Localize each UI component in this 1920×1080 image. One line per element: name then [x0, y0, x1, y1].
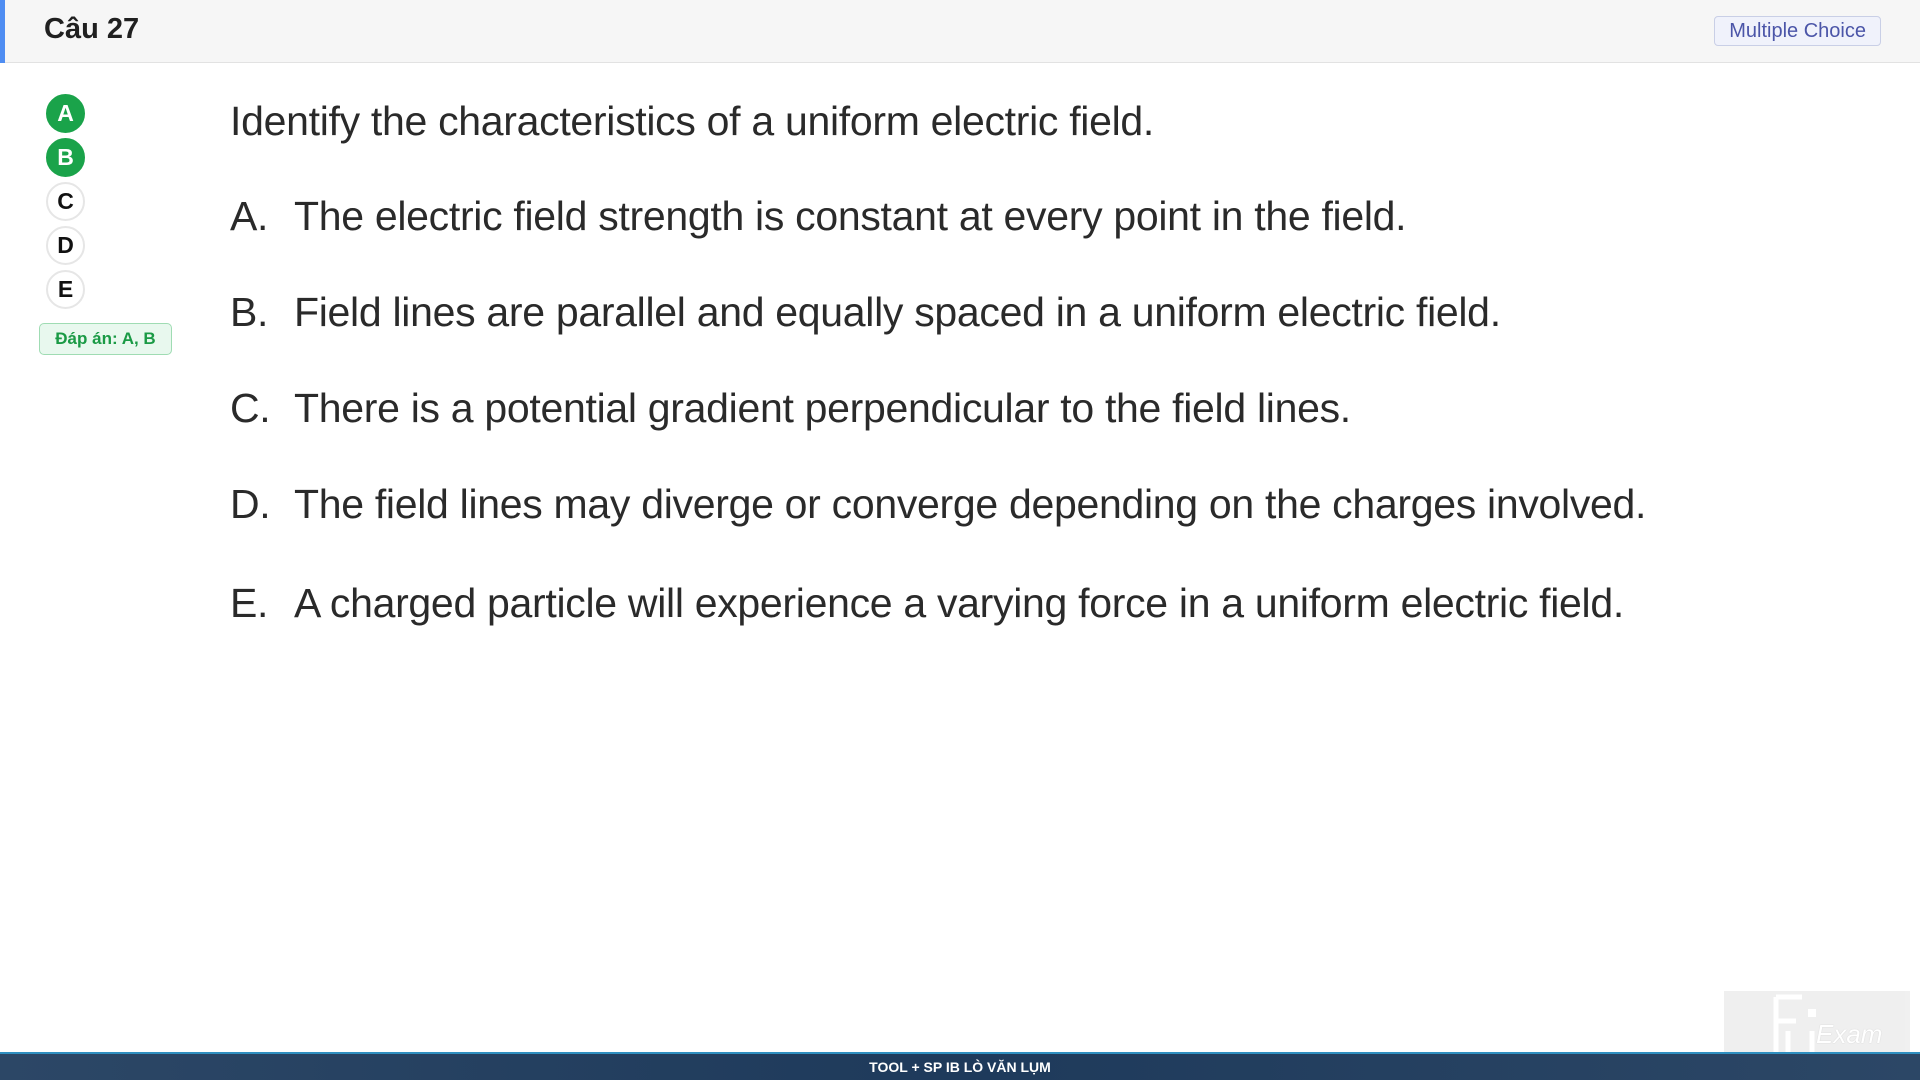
option-c-button[interactable]: C [46, 182, 85, 221]
choice-c: C. There is a potential gradient perpendi… [230, 385, 1351, 432]
header-accent-bar [0, 0, 5, 63]
question-header: Câu 27 Multiple Choice [0, 0, 1920, 63]
footer-bar: TOOL + SP IB LÒ VĂN LỤM [0, 1052, 1920, 1080]
choice-a-text: The electric field strength is constant … [294, 193, 1407, 239]
choice-e-text: A charged particle will experience a var… [294, 580, 1624, 626]
option-a-button[interactable]: A [46, 94, 85, 133]
choice-c-letter: C. [230, 385, 271, 431]
choice-d: D. The field lines may diverge or converg… [230, 481, 1646, 528]
choice-b-text: Field lines are parallel and equally spa… [294, 289, 1501, 335]
choice-a: A. The electric field strength is constan… [230, 193, 1407, 240]
choice-d-letter: D. [230, 481, 271, 527]
choice-e: E. A charged particle will experience a v… [230, 580, 1624, 627]
footer-text: TOOL + SP IB LÒ VĂN LỤM [869, 1059, 1051, 1075]
logo-text: Exam [1816, 1019, 1883, 1049]
choice-b-letter: B. [230, 289, 269, 335]
option-e-button[interactable]: E [46, 270, 85, 309]
question-type-badge: Multiple Choice [1714, 16, 1881, 46]
choice-b: B. Field lines are parallel and equally s… [230, 289, 1501, 336]
option-b-button[interactable]: B [46, 138, 85, 177]
option-d-button[interactable]: D [46, 226, 85, 265]
question-prompt: Identify the characteristics of a unifor… [230, 98, 1155, 144]
choice-d-text: The field lines may diverge or converge … [294, 481, 1647, 527]
correct-answer-badge: Đáp án: A, B [39, 323, 172, 355]
choice-c-text: There is a potential gradient perpendicu… [294, 385, 1351, 431]
question-number: Câu 27 [44, 13, 140, 45]
choice-e-letter: E. [230, 580, 269, 626]
choice-a-letter: A. [230, 193, 269, 239]
